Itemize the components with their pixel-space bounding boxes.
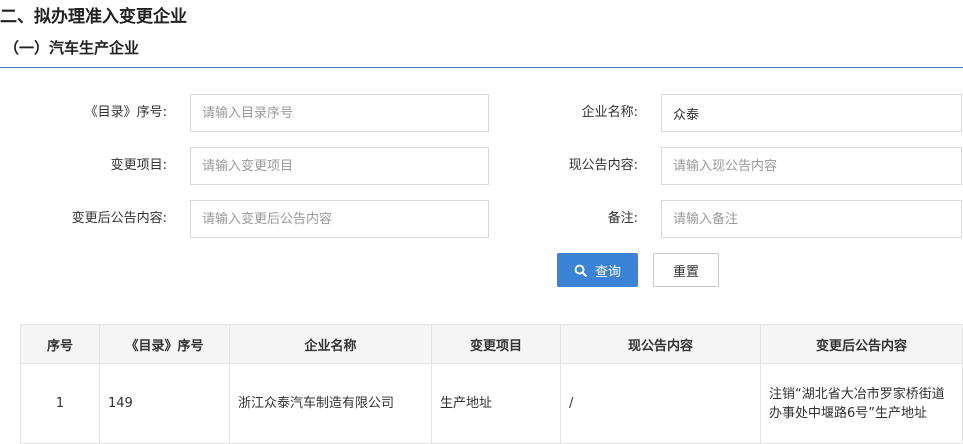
section-title: 二、拟办理准入变更企业 [0, 7, 187, 27]
search-icon [574, 264, 587, 277]
table-row: 1 149 浙江众泰汽车制造有限公司 生产地址 / 注销“湖北省大冶市罗家桥街道… [20, 363, 963, 444]
header-seq: 序号 [20, 324, 100, 364]
header-catalog-no: 《目录》序号 [99, 324, 230, 364]
search-button-label: 查询 [594, 264, 621, 280]
header-company-name: 企业名称 [229, 324, 432, 364]
change-item-input[interactable] [190, 147, 489, 185]
header-changed-notice: 变更后公告内容 [760, 324, 963, 364]
company-name-label: 企业名称: [581, 105, 638, 120]
table-header-row: 序号 《目录》序号 企业名称 变更项目 现公告内容 变更后公告内容 [20, 324, 963, 364]
remark-label: 备注: [607, 211, 638, 226]
header-change-item: 变更项目 [431, 324, 561, 364]
divider [0, 67, 963, 68]
current-notice-input[interactable] [661, 147, 962, 185]
reset-button[interactable]: 重置 [653, 253, 719, 287]
catalog-no-label: 《目录》序号: [84, 105, 167, 120]
reset-button-label: 重置 [672, 264, 699, 280]
changed-notice-label: 变更后公告内容: [71, 211, 167, 226]
current-notice-label: 现公告内容: [568, 158, 638, 173]
catalog-no-input[interactable] [190, 94, 489, 132]
header-current-notice: 现公告内容 [560, 324, 761, 364]
cell-current-notice: / [560, 363, 761, 444]
cell-catalog-no: 149 [99, 363, 230, 444]
cell-seq: 1 [20, 363, 100, 444]
results-table: 序号 《目录》序号 企业名称 变更项目 现公告内容 变更后公告内容 1 149 … [20, 324, 963, 444]
search-button[interactable]: 查询 [557, 253, 638, 287]
sub-title: （一）汽车生产企业 [4, 39, 140, 57]
change-item-label: 变更项目: [110, 158, 167, 173]
cell-change-item: 生产地址 [431, 363, 561, 444]
cell-changed-notice: 注销“湖北省大冶市罗家桥街道办事处中堰路6号”生产地址 [760, 363, 963, 444]
cell-company-name: 浙江众泰汽车制造有限公司 [229, 363, 432, 444]
changed-notice-input[interactable] [190, 200, 489, 238]
company-name-input[interactable] [661, 94, 962, 132]
remark-input[interactable] [661, 200, 962, 238]
